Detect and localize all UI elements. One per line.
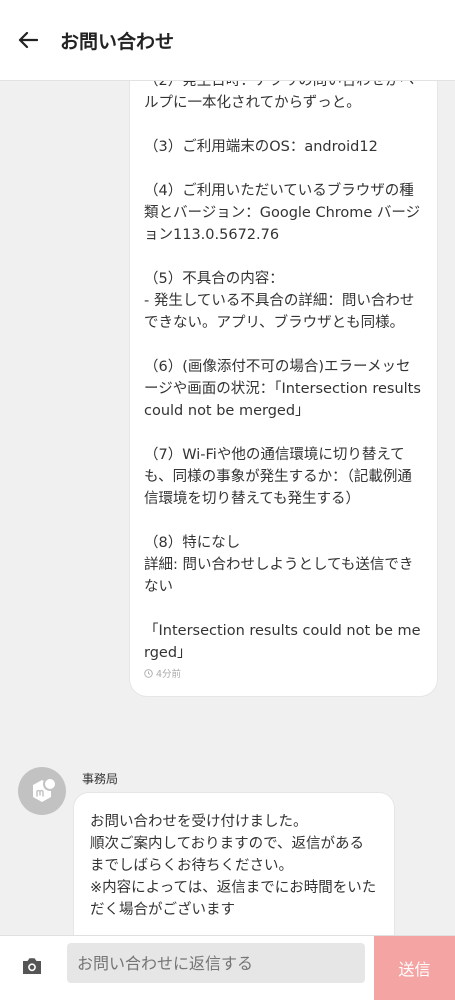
message-timestamp: 4分前 xyxy=(144,666,423,680)
bot-message-bubble: お問い合わせを受け付けました。 順次ご案内しておりますので、返信があるまでしばら… xyxy=(73,792,395,935)
arrow-left-icon xyxy=(18,31,38,49)
message-list[interactable]: （2）発生日時：アプリの問い合わせかヘルプに一本化されてからずっと。 （3）ご利… xyxy=(0,81,455,935)
page-title: お問い合わせ xyxy=(60,30,175,53)
message-block-8: （8）特になし 詳細: 問い合わせしようとしても送信できない xyxy=(144,535,414,595)
reply-bar: 送信 xyxy=(0,935,455,1000)
message-block-5: （5）不具合の内容： - 発生している不具合の詳細：問い合わせできない。アプリ、… xyxy=(144,271,415,331)
timestamp-text: 4分前 xyxy=(156,669,182,680)
message-block-error: 「Intersection results could not be merge… xyxy=(144,623,421,661)
camera-button[interactable] xyxy=(19,953,45,979)
message-block-3: （3）ご利用端末のOS：android12 xyxy=(144,139,378,155)
message-block-6: （6）(画像添付不可の場合)エラーメッセージや画面の状況：「Intersecti… xyxy=(144,359,426,419)
bot-logo-icon xyxy=(33,777,57,802)
reply-input[interactable] xyxy=(67,943,365,983)
send-button[interactable]: 送信 xyxy=(374,936,455,1000)
message-block-7: （7）Wi-Fiや他の通信環境に切り替えても、同様の事象が発生するか：（記載例通… xyxy=(144,447,412,507)
clock-icon xyxy=(144,668,153,678)
user-message-bubble: （2）発生日時：アプリの問い合わせかヘルプに一本化されてからずっと。 （3）ご利… xyxy=(129,81,438,697)
app-header: お問い合わせ xyxy=(0,0,455,81)
message-block-4: （4）ご利用いただいているブラウザの種類とバージョン：Google Chrome… xyxy=(144,183,421,243)
back-button[interactable] xyxy=(16,28,40,52)
avatar xyxy=(18,767,66,815)
camera-icon xyxy=(23,958,41,974)
message-block-2: （2）発生日時：アプリの問い合わせかヘルプに一本化されてからずっと。 xyxy=(144,81,415,111)
sender-name: 事務局 xyxy=(82,772,119,786)
